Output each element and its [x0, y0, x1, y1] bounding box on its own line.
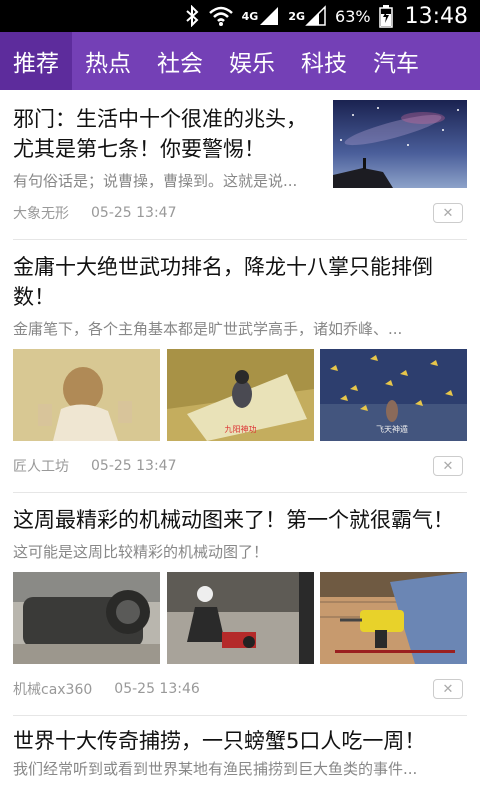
- battery-percent: 63%: [335, 6, 371, 26]
- tab-tech[interactable]: 科技: [288, 32, 360, 90]
- news-image-row: 九阳神功 飞天神遁: [13, 349, 467, 441]
- tab-entertainment[interactable]: 娱乐: [216, 32, 288, 90]
- news-image-row: [13, 572, 467, 664]
- category-tabs: 推荐 热点 社会 娱乐 科技 汽车: [0, 32, 480, 90]
- dismiss-button[interactable]: ✕: [433, 456, 463, 476]
- status-bar: 4G 2G 63% 13:48: [0, 0, 480, 32]
- news-summary: 我们经常听到或看到世界某地有渔民捕捞到巨大鱼类的事件...: [13, 760, 418, 778]
- dismiss-button[interactable]: ✕: [433, 203, 463, 223]
- image-caption: 九阳神功: [224, 425, 257, 434]
- news-image[interactable]: [13, 572, 160, 664]
- news-source: 大象无形: [13, 206, 69, 222]
- news-summary: 金庸笔下，各个主角基本都是旷世武学高手，诸如乔峰、...: [13, 320, 403, 338]
- news-feed: 邪门：生活中十个很准的兆头，尤其是第七条！你要警惕！ 有句俗话是；说曹操，曹操到…: [0, 90, 480, 800]
- news-meta: 大象无形 05-25 13:47: [13, 201, 176, 225]
- dismiss-button[interactable]: ✕: [433, 679, 463, 699]
- news-summary: 这可能是这周比较精彩的机械动图了！: [13, 543, 269, 561]
- news-meta: 匠人工坊 05-25 13:47: [13, 454, 467, 478]
- news-source: 匠人工坊: [13, 459, 69, 475]
- news-source: 机械cax360: [13, 682, 93, 698]
- news-item[interactable]: 邪门：生活中十个很准的兆头，尤其是第七条！你要警惕！ 有句俗话是；说曹操，曹操到…: [13, 90, 467, 240]
- news-item[interactable]: 这周最精彩的机械动图来了！第一个就很霸气！ 这可能是这周比较精彩的机械动图了！: [13, 493, 467, 716]
- bluetooth-icon: [184, 4, 200, 28]
- news-summary: 有句俗话是；说曹操，曹操到。这就是说...: [13, 172, 298, 190]
- network-type-1: 4G: [241, 9, 259, 23]
- news-item[interactable]: 世界十大传奇捕捞，一只螃蟹5口人吃一周！ 我们经常听到或看到世界某地有渔民捕捞到…: [13, 716, 467, 779]
- network-type-2: 2G: [288, 9, 306, 23]
- wifi-icon: [208, 4, 234, 28]
- news-text: 邪门：生活中十个很准的兆头，尤其是第七条！你要警惕！ 有句俗话是；说曹操，曹操到…: [13, 104, 323, 191]
- tab-recommended[interactable]: 推荐: [0, 32, 72, 90]
- battery-charging-icon: [378, 4, 393, 28]
- news-time: 05-25 13:47: [91, 205, 177, 221]
- news-time: 05-25 13:47: [91, 458, 177, 474]
- news-image[interactable]: [166, 572, 314, 664]
- signal-2g-icon: 2G: [288, 4, 327, 28]
- image-caption: 飞天神遁: [376, 425, 408, 434]
- tab-hot[interactable]: 热点: [72, 32, 144, 90]
- news-thumbnail[interactable]: [333, 100, 467, 188]
- news-meta: 机械cax360 05-25 13:46: [13, 677, 467, 701]
- news-title[interactable]: 世界十大传奇捕捞，一只螃蟹5口人吃一周！: [13, 716, 467, 756]
- tab-society[interactable]: 社会: [144, 32, 216, 90]
- news-image[interactable]: [13, 349, 160, 441]
- news-image[interactable]: 飞天神遁: [320, 349, 467, 441]
- status-time: 13:48: [404, 3, 468, 29]
- news-time: 05-25 13:46: [114, 681, 200, 697]
- news-title[interactable]: 这周最精彩的机械动图来了！第一个就很霸气！: [13, 493, 467, 535]
- news-title[interactable]: 金庸十大绝世武功排名，降龙十八掌只能排倒数！: [13, 240, 467, 312]
- news-item[interactable]: 金庸十大绝世武功排名，降龙十八掌只能排倒数！ 金庸笔下，各个主角基本都是旷世武学…: [13, 240, 467, 493]
- signal-4g-icon: 4G: [242, 4, 281, 28]
- news-image[interactable]: 九阳神功: [166, 349, 314, 441]
- tab-auto[interactable]: 汽车: [360, 32, 432, 90]
- news-title[interactable]: 邪门：生活中十个很准的兆头，尤其是第七条！你要警惕！: [13, 104, 323, 164]
- news-image[interactable]: [320, 572, 467, 664]
